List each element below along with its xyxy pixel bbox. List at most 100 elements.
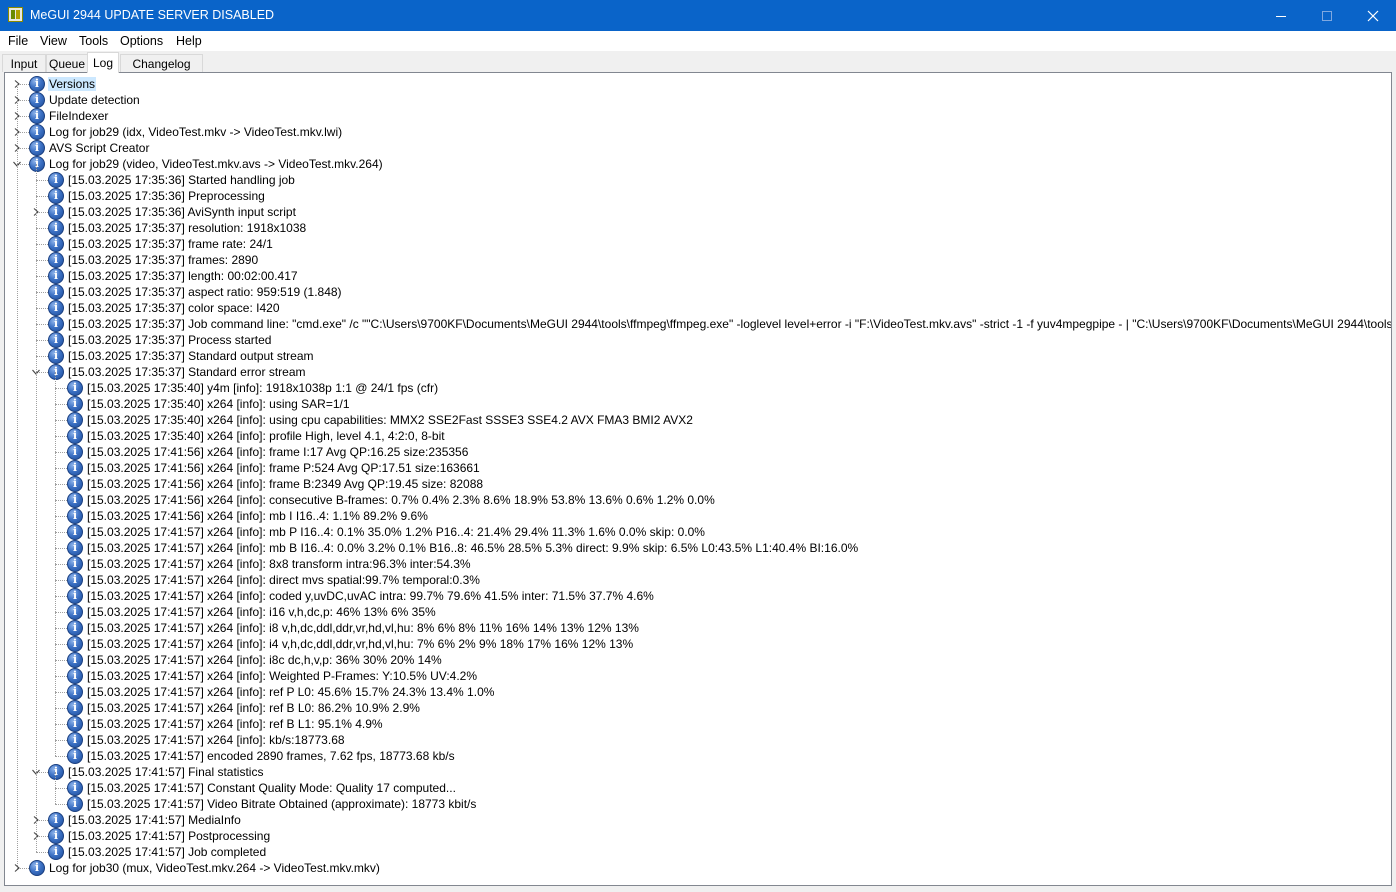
menu-file[interactable]: File bbox=[8, 34, 28, 48]
tree-node[interactable]: [15.03.2025 17:41:57] x264 [info]: mb B … bbox=[5, 540, 1391, 556]
tree-connector bbox=[36, 340, 48, 341]
tree-node[interactable]: Log for job29 (video, VideoTest.mkv.avs … bbox=[5, 156, 1391, 172]
tree-node[interactable]: Versions bbox=[5, 76, 1391, 92]
tree-node-label: [15.03.2025 17:41:57] x264 [info]: kb/s:… bbox=[87, 733, 345, 747]
tree-node[interactable]: [15.03.2025 17:41:57] Video Bitrate Obta… bbox=[5, 796, 1391, 812]
tree-node[interactable]: Log for job30 (mux, VideoTest.mkv.264 ->… bbox=[5, 860, 1391, 876]
info-icon bbox=[67, 636, 83, 652]
menu-options[interactable]: Options bbox=[120, 34, 163, 48]
tree-node-label: [15.03.2025 17:35:40] x264 [info]: using… bbox=[87, 413, 693, 427]
info-icon bbox=[67, 780, 83, 796]
tree-node[interactable]: [15.03.2025 17:35:37] color space: I420 bbox=[5, 300, 1391, 316]
info-icon bbox=[67, 492, 83, 508]
menu-tools[interactable]: Tools bbox=[79, 34, 108, 48]
tree-node[interactable]: [15.03.2025 17:41:57] x264 [info]: i4 v,… bbox=[5, 636, 1391, 652]
tree-node[interactable]: [15.03.2025 17:41:57] x264 [info]: coded… bbox=[5, 588, 1391, 604]
tab-queue[interactable]: Queue bbox=[46, 54, 88, 72]
tree-node[interactable]: [15.03.2025 17:35:40] x264 [info]: using… bbox=[5, 396, 1391, 412]
tree-node[interactable]: [15.03.2025 17:41:57] Constant Quality M… bbox=[5, 780, 1391, 796]
info-icon bbox=[29, 108, 45, 124]
tree-node[interactable]: [15.03.2025 17:41:57] x264 [info]: kb/s:… bbox=[5, 732, 1391, 748]
tree-connector bbox=[55, 676, 67, 677]
tree-connector bbox=[55, 548, 67, 549]
info-icon bbox=[67, 380, 83, 396]
tab-log[interactable]: Log bbox=[87, 52, 119, 73]
tree-node[interactable]: [15.03.2025 17:35:37] frames: 2890 bbox=[5, 252, 1391, 268]
tree-node[interactable]: [15.03.2025 17:41:57] x264 [info]: direc… bbox=[5, 572, 1391, 588]
tree-node-label: [15.03.2025 17:41:57] encoded 2890 frame… bbox=[87, 749, 455, 763]
info-icon bbox=[67, 732, 83, 748]
tab-input[interactable]: Input bbox=[2, 54, 46, 72]
tree-connector bbox=[36, 852, 48, 853]
info-icon bbox=[67, 700, 83, 716]
tree-node[interactable]: [15.03.2025 17:41:57] MediaInfo bbox=[5, 812, 1391, 828]
maximize-icon bbox=[1322, 10, 1332, 21]
tree-node[interactable]: [15.03.2025 17:41:57] Job completed bbox=[5, 844, 1391, 860]
tree-node[interactable]: [15.03.2025 17:41:56] x264 [info]: conse… bbox=[5, 492, 1391, 508]
tree-node-label: [15.03.2025 17:41:56] x264 [info]: frame… bbox=[87, 445, 469, 459]
info-icon bbox=[67, 476, 83, 492]
tree-node[interactable]: [15.03.2025 17:41:57] x264 [info]: ref P… bbox=[5, 684, 1391, 700]
menu-view[interactable]: View bbox=[40, 34, 67, 48]
info-icon bbox=[67, 444, 83, 460]
info-icon bbox=[48, 844, 64, 860]
tree-node[interactable]: [15.03.2025 17:41:57] Postprocessing bbox=[5, 828, 1391, 844]
tree-node[interactable]: [15.03.2025 17:41:57] x264 [info]: i8c d… bbox=[5, 652, 1391, 668]
info-icon bbox=[67, 508, 83, 524]
tree-node[interactable]: FileIndexer bbox=[5, 108, 1391, 124]
minimize-button[interactable] bbox=[1258, 0, 1304, 31]
tree-node-label: Log for job29 (video, VideoTest.mkv.avs … bbox=[49, 157, 383, 171]
tree-node-label: [15.03.2025 17:35:36] Preprocessing bbox=[68, 189, 265, 203]
tree-node[interactable]: [15.03.2025 17:41:57] Final statistics bbox=[5, 764, 1391, 780]
tree-node[interactable]: [15.03.2025 17:41:56] x264 [info]: mb I … bbox=[5, 508, 1391, 524]
tree-node-label: [15.03.2025 17:41:57] x264 [info]: i8c d… bbox=[87, 653, 442, 667]
log-tree-view[interactable]: Versions Update detection FileIndexer Log f… bbox=[4, 72, 1392, 886]
menu-bar: File View Tools Options Help bbox=[0, 31, 1396, 51]
close-button[interactable] bbox=[1350, 0, 1396, 31]
tree-node[interactable]: [15.03.2025 17:41:57] x264 [info]: i16 v… bbox=[5, 604, 1391, 620]
tree-node[interactable]: [15.03.2025 17:35:37] aspect ratio: 959:… bbox=[5, 284, 1391, 300]
tree-node[interactable]: [15.03.2025 17:35:37] resolution: 1918x1… bbox=[5, 220, 1391, 236]
tree-node[interactable]: [15.03.2025 17:35:40] x264 [info]: profi… bbox=[5, 428, 1391, 444]
tree-node[interactable]: [15.03.2025 17:35:40] y4m [info]: 1918x1… bbox=[5, 380, 1391, 396]
tree-node[interactable]: [15.03.2025 17:41:57] x264 [info]: Weigh… bbox=[5, 668, 1391, 684]
tree-node[interactable]: [15.03.2025 17:41:57] x264 [info]: mb P … bbox=[5, 524, 1391, 540]
tree-node[interactable]: Log for job29 (idx, VideoTest.mkv -> Vid… bbox=[5, 124, 1391, 140]
tree-node[interactable]: [15.03.2025 17:35:36] Preprocessing bbox=[5, 188, 1391, 204]
tree-connector bbox=[55, 660, 67, 661]
tree-node[interactable]: [15.03.2025 17:41:56] x264 [info]: frame… bbox=[5, 444, 1391, 460]
megui-app-icon[interactable] bbox=[8, 7, 23, 22]
info-icon bbox=[48, 332, 64, 348]
tab-strip: Input Queue Log Changelog bbox=[0, 51, 1396, 73]
tree-node-label: [15.03.2025 17:41:57] x264 [info]: 8x8 t… bbox=[87, 557, 471, 571]
tree-connector bbox=[36, 356, 48, 357]
maximize-button[interactable] bbox=[1304, 0, 1350, 31]
tree-node-label: [15.03.2025 17:35:40] x264 [info]: profi… bbox=[87, 429, 445, 443]
menu-help[interactable]: Help bbox=[176, 34, 202, 48]
info-icon bbox=[67, 524, 83, 540]
tree-node[interactable]: [15.03.2025 17:35:37] Process started bbox=[5, 332, 1391, 348]
tree-node[interactable]: [15.03.2025 17:35:36] AviSynth input scr… bbox=[5, 204, 1391, 220]
tree-connector bbox=[36, 276, 48, 277]
tree-node[interactable]: [15.03.2025 17:41:57] x264 [info]: 8x8 t… bbox=[5, 556, 1391, 572]
tree-node[interactable]: [15.03.2025 17:41:57] encoded 2890 frame… bbox=[5, 748, 1391, 764]
tree-node[interactable]: [15.03.2025 17:41:57] x264 [info]: i8 v,… bbox=[5, 620, 1391, 636]
tree-node[interactable]: [15.03.2025 17:41:56] x264 [info]: frame… bbox=[5, 476, 1391, 492]
tree-node[interactable]: [15.03.2025 17:41:57] x264 [info]: ref B… bbox=[5, 700, 1391, 716]
tree-node[interactable]: [15.03.2025 17:35:36] Started handling j… bbox=[5, 172, 1391, 188]
tree-node[interactable]: [15.03.2025 17:35:37] frame rate: 24/1 bbox=[5, 236, 1391, 252]
tree-node[interactable]: [15.03.2025 17:41:57] x264 [info]: ref B… bbox=[5, 716, 1391, 732]
tree-node[interactable]: [15.03.2025 17:35:37] length: 00:02:00.4… bbox=[5, 268, 1391, 284]
tree-node[interactable]: Update detection bbox=[5, 92, 1391, 108]
tree-node[interactable]: [15.03.2025 17:35:37] Job command line: … bbox=[5, 316, 1391, 332]
tree-node[interactable]: [15.03.2025 17:35:37] Standard output st… bbox=[5, 348, 1391, 364]
tree-node[interactable]: [15.03.2025 17:35:37] Standard error str… bbox=[5, 364, 1391, 380]
tree-node-label: [15.03.2025 17:41:57] Final statistics bbox=[68, 765, 264, 779]
tree-node-label: [15.03.2025 17:35:37] aspect ratio: 959:… bbox=[68, 285, 342, 299]
tree-node[interactable]: AVS Script Creator bbox=[5, 140, 1391, 156]
tree-node[interactable]: [15.03.2025 17:35:40] x264 [info]: using… bbox=[5, 412, 1391, 428]
info-icon bbox=[67, 540, 83, 556]
tree-node[interactable]: [15.03.2025 17:41:56] x264 [info]: frame… bbox=[5, 460, 1391, 476]
tab-changelog[interactable]: Changelog bbox=[120, 54, 203, 72]
title-bar[interactable]: MeGUI 2944 UPDATE SERVER DISABLED bbox=[0, 0, 1396, 31]
